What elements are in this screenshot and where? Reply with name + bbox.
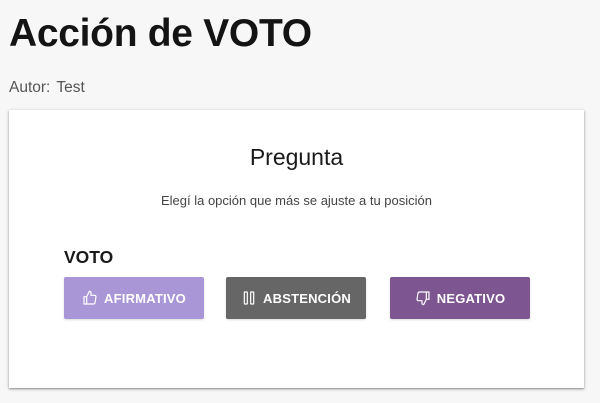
question-subtitle: Elegí la opción que más se ajuste a tu p… (160, 193, 432, 208)
question-card: Pregunta Elegí la opción que más se ajus… (9, 110, 584, 388)
negativo-label: NEGATIVO (436, 290, 506, 306)
afirmativo-label: AFIRMATIVO (104, 290, 186, 306)
author-label: Autor: (9, 79, 51, 96)
negativo-button[interactable]: NEGATIVO (390, 277, 530, 319)
thumbs-down-icon (415, 290, 431, 306)
vote-section-label: VOTO (64, 247, 114, 267)
question-title: Pregunta (249, 144, 344, 170)
author-value: Test (56, 79, 85, 96)
author-line: Autor: Test (9, 78, 85, 98)
page-title: Acción de VOTO (9, 12, 312, 55)
thumbs-up-icon (82, 290, 98, 306)
abstencion-button[interactable]: ABSTENCIÓN (226, 277, 366, 319)
afirmativo-button[interactable]: AFIRMATIVO (64, 277, 204, 319)
abstencion-label: ABSTENCIÓN (263, 290, 351, 306)
pause-icon (241, 290, 257, 306)
